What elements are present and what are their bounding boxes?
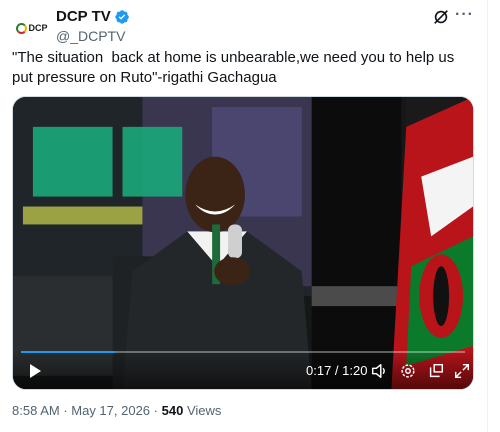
- video-player[interactable]: 0:17 / 1:20: [12, 96, 474, 390]
- tweet-card: DCP DCP TV @_DCPTV ··· "The situation ba…: [0, 0, 488, 432]
- volume-icon[interactable]: [370, 362, 388, 380]
- avatar[interactable]: DCP: [12, 8, 52, 48]
- play-icon[interactable]: [27, 363, 43, 379]
- views-count: 540: [161, 403, 184, 418]
- tweet-time[interactable]: 8:58 AM: [12, 403, 60, 418]
- avatar-logo: DCP: [16, 22, 48, 34]
- author-info: DCP TV @_DCPTV: [56, 8, 130, 45]
- avatar-text: DCP: [28, 23, 48, 33]
- video-time: 0:17 / 1:20: [306, 363, 368, 378]
- settings-icon[interactable]: [399, 362, 417, 380]
- verified-badge-icon: [115, 10, 129, 24]
- tweet-date[interactable]: May 17, 2026: [71, 403, 150, 418]
- tweet-header: DCP DCP TV @_DCPTV ···: [12, 6, 480, 48]
- video-frame: [13, 97, 473, 389]
- meta-separator: ·: [150, 403, 162, 418]
- grok-icon[interactable]: [432, 8, 450, 26]
- popout-icon[interactable]: [427, 362, 445, 380]
- logo-swirl-icon: [16, 22, 28, 34]
- video-progress-bar[interactable]: [21, 351, 465, 353]
- video-progress-fill: [21, 351, 116, 353]
- more-icon[interactable]: ···: [455, 6, 474, 24]
- video-controls: 0:17 / 1:20: [13, 349, 473, 389]
- fullscreen-icon[interactable]: [453, 362, 471, 380]
- views-label: Views: [186, 403, 222, 418]
- meta-separator: ·: [59, 403, 72, 418]
- display-name[interactable]: DCP TV: [56, 8, 111, 26]
- tweet-text: "The situation back at home is unbearabl…: [12, 49, 459, 86]
- tweet-meta: 8:58 AM · May 17, 2026 · 540 Views: [12, 403, 221, 419]
- handle[interactable]: @_DCPTV: [56, 27, 130, 45]
